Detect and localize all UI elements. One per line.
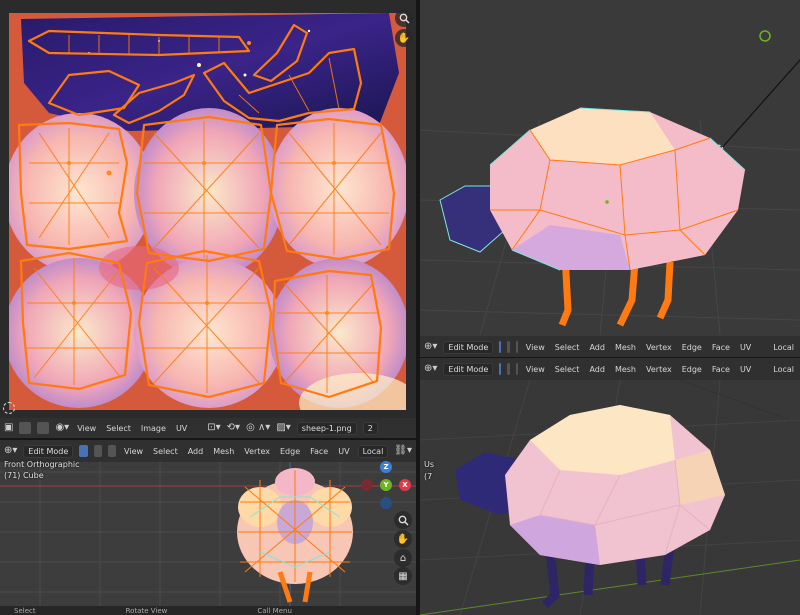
vertex-select-icon[interactable] — [79, 445, 88, 457]
editor-type-icon[interactable]: ⊕▾ — [4, 446, 17, 456]
object-info-label: (7 — [424, 472, 433, 481]
uv-sync-icon[interactable] — [19, 422, 32, 434]
viewport-bottom-right-canvas[interactable] — [420, 380, 800, 615]
menu-face[interactable]: Face — [710, 343, 732, 352]
mode-dropdown[interactable]: Edit Mode — [23, 444, 74, 458]
menu-view[interactable]: View — [122, 447, 145, 456]
camera-icon[interactable]: ⌂ — [394, 549, 412, 567]
status-bar: Select Rotate View Call Menu — [0, 606, 416, 615]
menu-view[interactable]: View — [524, 343, 547, 352]
menu-add[interactable]: Add — [587, 365, 607, 374]
2d-cursor-icon — [3, 402, 15, 414]
snap-icon[interactable]: ⟲▾ — [227, 423, 240, 433]
menu-image[interactable]: Image — [139, 424, 168, 433]
grid-icon[interactable]: ▦ — [394, 567, 412, 585]
menu-uv[interactable]: UV — [336, 447, 351, 456]
menu-vertex[interactable]: Vertex — [644, 343, 674, 352]
orientation-label[interactable]: Local — [771, 343, 796, 352]
menu-uv[interactable]: UV — [174, 424, 189, 433]
face-select-icon[interactable] — [515, 363, 518, 375]
hand-pan-icon[interactable]: ✋ — [394, 530, 412, 548]
image-icon[interactable]: ▨▾ — [276, 423, 290, 433]
menu-edge[interactable]: Edge — [680, 365, 704, 374]
face-select-icon[interactable] — [515, 341, 518, 353]
orientation-label[interactable]: Local — [771, 365, 796, 374]
gizmo-x-axis[interactable]: X — [399, 479, 411, 491]
mode-dropdown[interactable]: Edit Mode — [443, 340, 494, 354]
menu-view[interactable]: View — [524, 365, 547, 374]
edge-select-icon[interactable] — [93, 445, 102, 457]
hand-pan-icon[interactable]: ✋ — [395, 29, 413, 47]
gizmo-z-axis[interactable]: Z — [380, 461, 392, 473]
gizmo-neg-z-axis[interactable] — [380, 497, 392, 509]
uv-mode-icon[interactable]: ◉▾ — [55, 423, 69, 433]
uv-select-mode-icon[interactable] — [37, 422, 50, 434]
menu-add[interactable]: Add — [186, 447, 206, 456]
object-info-label: (71) Cube — [4, 471, 44, 480]
status-select: Select — [14, 606, 36, 615]
edge-select-icon[interactable] — [507, 341, 510, 353]
area-divider-vertical[interactable] — [416, 0, 420, 615]
view-name-label: Front Orthographic — [4, 460, 80, 469]
editor-type-icon[interactable]: ⊕▾ — [424, 364, 437, 374]
menu-uv[interactable]: UV — [738, 343, 753, 352]
uv-editor: ✋ ▣ ◉▾ View Select Image UV ⊡▾ ⟲▾ ◎ ∧▾ ▨… — [0, 0, 416, 438]
menu-uv[interactable]: UV — [738, 365, 753, 374]
face-select-icon[interactable] — [107, 445, 117, 457]
viewport-bottom-right-header: ⊕▾ Edit Mode View Select Add Mesh Vertex… — [420, 358, 800, 380]
viewport-front: ⊕▾ Edit Mode View Select Add Mesh Vertex… — [0, 440, 416, 615]
area-divider-horizontal-right[interactable] — [420, 357, 800, 358]
menu-select[interactable]: Select — [553, 365, 582, 374]
zoom-icon[interactable] — [394, 511, 412, 529]
mode-dropdown[interactable]: Edit Mode — [443, 362, 494, 376]
menu-vertex[interactable]: Vertex — [242, 447, 272, 456]
view-name-label: Us — [424, 460, 435, 469]
menu-face[interactable]: Face — [710, 365, 732, 374]
vertex-select-icon[interactable] — [499, 363, 502, 375]
status-rotate: Rotate View — [125, 606, 168, 615]
menu-add[interactable]: Add — [587, 343, 607, 352]
menu-mesh[interactable]: Mesh — [613, 365, 638, 374]
link-icon[interactable]: ⛓▾ — [394, 446, 412, 456]
menu-select[interactable]: Select — [151, 447, 180, 456]
status-menu: Call Menu — [257, 606, 292, 615]
editor-type-icon[interactable]: ▣ — [4, 423, 13, 433]
menu-select[interactable]: Select — [104, 424, 133, 433]
viewport-top-right-header: ⊕▾ Edit Mode View Select Add Mesh Vertex… — [420, 336, 800, 357]
zoom-icon[interactable] — [395, 9, 413, 27]
menu-vertex[interactable]: Vertex — [644, 365, 674, 374]
menu-view[interactable]: View — [75, 424, 98, 433]
viewport-front-header: ⊕▾ Edit Mode View Select Add Mesh Vertex… — [0, 440, 416, 462]
image-name-field[interactable]: sheep-1.png — [296, 421, 357, 435]
uv-canvas[interactable] — [9, 13, 406, 410]
image-users-count[interactable]: 2 — [362, 421, 378, 435]
viewport-bottom-right: ⊕▾ Edit Mode View Select Add Mesh Vertex… — [420, 358, 800, 615]
menu-mesh[interactable]: Mesh — [211, 447, 236, 456]
orientation-dropdown[interactable]: Local — [357, 444, 389, 458]
menu-select[interactable]: Select — [553, 343, 582, 352]
viewport-top-right-canvas[interactable] — [420, 0, 800, 335]
menu-edge[interactable]: Edge — [680, 343, 704, 352]
proportional-icon[interactable]: ◎ ∧▾ — [246, 423, 270, 433]
menu-face[interactable]: Face — [308, 447, 330, 456]
vertex-select-icon[interactable] — [499, 341, 502, 353]
editor-type-icon[interactable]: ⊕▾ — [424, 342, 437, 352]
viewport-top-right: ⊕▾ Edit Mode View Select Add Mesh Vertex… — [420, 0, 800, 357]
pivot-icon[interactable]: ⊡▾ — [207, 423, 220, 433]
uv-editor-header: ▣ ◉▾ View Select Image UV ⊡▾ ⟲▾ ◎ ∧▾ ▨▾ … — [0, 418, 416, 438]
edge-select-icon[interactable] — [507, 363, 510, 375]
area-divider-horizontal-left[interactable] — [0, 438, 416, 440]
viewport-front-canvas[interactable] — [0, 462, 416, 606]
menu-mesh[interactable]: Mesh — [613, 343, 638, 352]
gizmo-y-axis[interactable]: Y — [380, 479, 392, 491]
gizmo-neg-x-axis[interactable] — [361, 479, 373, 491]
menu-edge[interactable]: Edge — [278, 447, 302, 456]
